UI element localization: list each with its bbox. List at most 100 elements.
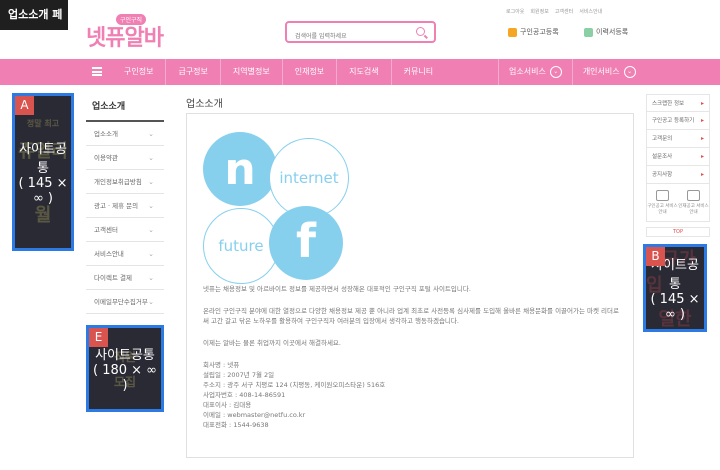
resume-icon (584, 27, 593, 37)
chevron-right-icon: ▸ (700, 100, 704, 107)
sidebar-item-label: 개인정보취급방침 (94, 178, 142, 186)
post-job-button[interactable]: 구인공고등록 (508, 27, 559, 37)
sidebar-item-terms[interactable]: 이용약관 ⌄ (86, 146, 164, 170)
quick-menu-label: 구인공고 등록하기 (652, 118, 695, 124)
sidebar-item-label: 이메일무단수집거부 (94, 298, 148, 306)
company-info-name: 회사명 : 넷퓨 (203, 361, 240, 369)
ad-size-dims: ( 145 × ∞ ) (650, 292, 700, 322)
ad-size-dims: ( 180 × ∞ ) (92, 363, 157, 393)
business-service-menu[interactable]: 업소서비스 ⌄ (498, 59, 572, 85)
personal-service-label: 개인서비스 (582, 67, 620, 76)
company-info: 회사명 : 넷퓨 설립일 : 2007년 7월 2일 주소지 : 광주 서구 치… (203, 360, 623, 430)
nav-map-search[interactable]: 지도검색 (337, 59, 392, 85)
post-job-label: 구인공고등록 (520, 28, 559, 36)
document-icon (656, 190, 669, 201)
company-info-business-number: 사업자번호 : 408-14-86591 (203, 391, 286, 399)
job-service-guide-label: 구인공고 서비스안내 (647, 204, 678, 215)
sidebar-item-email-refusal[interactable]: 이메일무단수집거부 ⌄ (86, 290, 164, 314)
post-job-icon (508, 27, 517, 37)
sidebar-item-privacy[interactable]: 개인정보취급방침 ⌄ (86, 170, 164, 194)
quick-menu: 스크랩한 정보 ▸ 구인공고 등록하기 ▸ 고객문의 ▸ 설문조사 ▸ 공지사항 ▸ 구인… (646, 94, 710, 237)
logout-link[interactable]: 로그아웃 (506, 8, 524, 15)
quick-menu-post-job[interactable]: 구인공고 등록하기 ▸ (646, 112, 710, 130)
job-service-guide-button[interactable]: 구인공고 서비스안내 (647, 190, 678, 215)
quick-menu-survey[interactable]: 설문조사 ▸ (646, 148, 710, 166)
company-info-phone: 대표전화 : 1544-9638 (203, 421, 269, 429)
mission-paragraph: 온라인 구인구직 분야에 대한 열정으로 다양한 채용정보 제공 뿐 아니라 업… (203, 307, 619, 325)
logo-word-internet: internet (279, 169, 339, 187)
ad-slot-b[interactable]: B 신규가입 열한 사이트공통 ( 145 × ∞ ) (643, 244, 707, 332)
scroll-top-button[interactable]: TOP (646, 227, 710, 237)
people-icon (687, 190, 700, 201)
chevron-down-icon: ⌄ (623, 66, 636, 78)
page-label: 업소소개 페이지 (0, 0, 68, 51)
logo-circle-f: f (269, 206, 343, 280)
sidebar-item-service-guide[interactable]: 서비스안내 ⌄ (86, 242, 164, 266)
chevron-down-icon: ⌄ (148, 202, 154, 210)
logo-circle-n: n (203, 132, 277, 206)
sidebar-item-direct-payment[interactable]: 다이렉트 결제 ⌄ (86, 266, 164, 290)
tagline-paragraph: 이제는 알바는 물론 취업까지 이곳에서 해결하세요. (203, 339, 341, 347)
company-sidebar: 업소소개 업소소개 ⌄ 이용약관 ⌄ 개인정보취급방침 ⌄ 광고 · 제휴 문의 ⌄ 고… (86, 94, 164, 314)
search-bar (285, 21, 436, 46)
business-service-label: 업소서비스 (509, 67, 546, 76)
nav-region-info[interactable]: 지역별정보 (221, 59, 283, 85)
ad-size-dims: ( 145 × ∞ ) (18, 176, 68, 206)
sidebar-item-customer-center[interactable]: 고객센터 ⌄ (86, 218, 164, 242)
quick-menu-inquiry[interactable]: 고객문의 ▸ (646, 130, 710, 148)
quick-menu-service-icons: 구인공고 서비스안내 인재공고 서비스안내 (646, 184, 710, 222)
top-links: 로그아웃 회원정보 고객센터 서비스안내 (506, 8, 636, 15)
sidebar-item-company-intro[interactable]: 업소소개 ⌄ (86, 122, 164, 146)
chevron-right-icon: ▸ (700, 171, 704, 178)
sidebar-item-label: 고객센터 (94, 226, 118, 234)
menu-icon[interactable] (92, 67, 102, 76)
logo-circle-future: future (203, 208, 279, 284)
talent-service-guide-button[interactable]: 인재공고 서비스안내 (678, 190, 709, 215)
sidebar-item-ad-inquiry[interactable]: 광고 · 제휴 문의 ⌄ (86, 194, 164, 218)
resume-label: 이력서등록 (596, 28, 629, 36)
search-input[interactable] (295, 27, 417, 46)
chevron-down-icon: ⌄ (148, 250, 154, 258)
ad-slot-letter: B (646, 247, 665, 266)
nav-urgent-jobs[interactable]: 급구정보 (166, 59, 221, 85)
quick-menu-label: 고객문의 (652, 136, 673, 142)
nav-job-info[interactable]: 구인정보 (112, 59, 167, 85)
company-logo-graphic: n internet future f (201, 130, 351, 284)
talent-service-guide-label: 인재공고 서비스안내 (678, 204, 709, 215)
quick-menu-label: 공지사항 (652, 172, 673, 178)
chevron-down-icon: ⌄ (148, 274, 154, 282)
chevron-right-icon: ▸ (700, 135, 704, 142)
chevron-right-icon: ▸ (700, 153, 704, 160)
customer-center-link[interactable]: 고객센터 (555, 8, 573, 15)
ad-slot-letter: A (15, 96, 34, 115)
company-info-address: 주소지 : 광주 서구 치평로 124 (치평동, 케이원오피스타운) 516호 (203, 381, 386, 389)
company-info-founded: 설립일 : 2007년 7월 2일 (203, 371, 275, 379)
sidebar-item-label: 다이렉트 결제 (94, 274, 132, 282)
quick-menu-label: 스크랩한 정보 (652, 101, 685, 107)
chevron-down-icon: ⌄ (549, 66, 562, 78)
chevron-down-icon: ⌄ (148, 298, 154, 306)
member-info-link[interactable]: 회원정보 (530, 8, 548, 15)
ad-slot-letter: E (89, 328, 108, 347)
quick-menu-notice[interactable]: 공지사항 ▸ (646, 166, 710, 184)
page-title: 업소소개 (186, 99, 223, 110)
main-nav: 구인정보 급구정보 지역별정보 인재정보 지도검색 커뮤니티 업소서비스 ⌄ 개… (0, 59, 720, 85)
intro-paragraph: 넷퓨는 채용정보 및 아르바이트 정보를 제공하면서 성장해온 대표적인 구인구… (203, 285, 471, 293)
personal-service-menu[interactable]: 개인서비스 ⌄ (571, 59, 646, 85)
quick-menu-scrap[interactable]: 스크랩한 정보 ▸ (646, 94, 710, 112)
sidebar-title: 업소소개 (86, 94, 164, 122)
quick-menu-label: 설문조사 (652, 154, 673, 160)
nav-community[interactable]: 커뮤니티 (392, 59, 445, 85)
chevron-down-icon: ⌄ (148, 178, 154, 186)
search-icon[interactable] (416, 27, 425, 36)
nav-talent-info[interactable]: 인재정보 (283, 59, 338, 85)
sidebar-item-label: 업소소개 (94, 130, 118, 138)
chevron-down-icon: ⌄ (148, 154, 154, 162)
content-panel: n internet future f 넷퓨는 채용정보 및 아르바이트 정보를… (186, 113, 634, 458)
ad-slot-a[interactable]: A 정말 최고 쥬얼리 월 사이트공통 ( 145 × ∞ ) (12, 93, 74, 251)
resume-button[interactable]: 이력서등록 (584, 27, 628, 37)
ad-slot-e[interactable]: E 직원 모집 사이트공통 ( 180 × ∞ ) (86, 325, 164, 412)
service-guide-link[interactable]: 서비스안내 (579, 8, 602, 15)
logo-badge: 구인구직 (116, 14, 147, 25)
ad-size-label: 사이트공통 (19, 142, 67, 176)
